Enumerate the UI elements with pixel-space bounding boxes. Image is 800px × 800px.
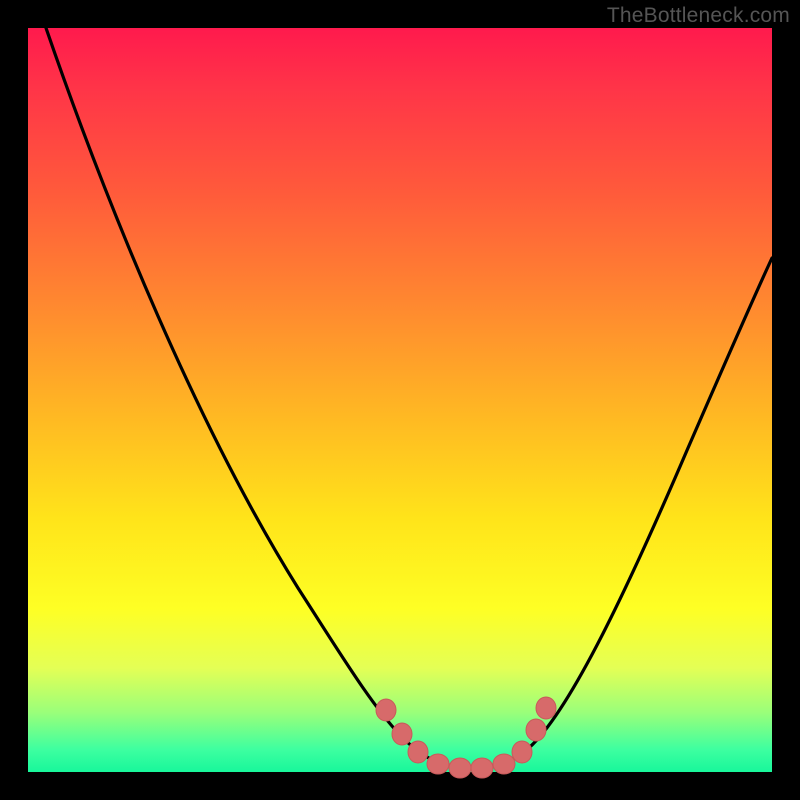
curve-right-branch xyxy=(468,258,772,768)
marker xyxy=(493,754,515,774)
marker xyxy=(512,741,532,763)
trough-markers xyxy=(376,697,556,778)
marker xyxy=(408,741,428,763)
marker xyxy=(471,758,493,778)
chart-frame: TheBottleneck.com xyxy=(0,0,800,800)
marker xyxy=(427,754,449,774)
bottleneck-curve xyxy=(28,28,772,772)
watermark-text: TheBottleneck.com xyxy=(607,4,790,28)
marker xyxy=(376,699,396,721)
curve-left-branch xyxy=(46,28,468,768)
marker xyxy=(449,758,471,778)
marker xyxy=(526,719,546,741)
marker xyxy=(536,697,556,719)
marker xyxy=(392,723,412,745)
